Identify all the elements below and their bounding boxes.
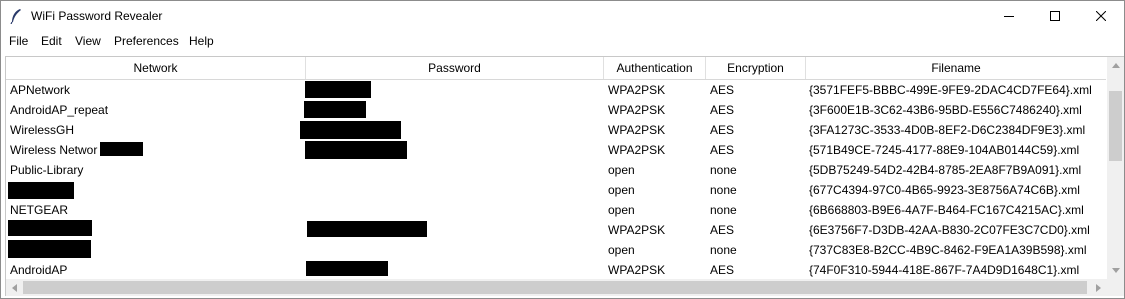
network-cell: WirelessGH [10,123,75,137]
menu-edit[interactable]: Edit [41,34,62,48]
scroll-right-arrow[interactable] [1090,279,1107,296]
column-header-filename[interactable]: Filename [806,57,1106,79]
encryption-cell: AES [710,123,735,137]
authentication-cell: WPA2PSK [608,83,666,97]
filename-cell: {571B49CE-7245-4177-88E9-104AB0144C59}.x… [809,143,1080,157]
title-bar[interactable]: WiFi Password Revealer [1,1,1124,31]
authentication-cell: open [608,203,635,217]
filename-cell: {74F0F310-5944-418E-867F-7A4D9D1648C1}.x… [809,263,1080,277]
vertical-scroll-thumb[interactable] [1109,91,1122,161]
table-row[interactable]: Public-Library open none {5DB75249-54D2-… [6,160,1106,180]
authentication-cell: WPA2PSK [608,123,666,137]
table-row[interactable]: Wireless Networ WPA2PSK AES {571B49CE-72… [6,140,1106,160]
scroll-left-arrow[interactable] [6,279,23,296]
authentication-cell: open [608,183,635,197]
redacted-password [307,221,427,237]
table-row[interactable]: AndroidAP WPA2PSK AES {74F0F310-5944-418… [6,260,1106,280]
close-icon [1096,11,1106,21]
filename-cell: {3FA1273C-3533-4D0B-8EF2-D6C2384DF9E3}.x… [809,123,1086,137]
authentication-cell: WPA2PSK [608,143,666,157]
network-cell: APNetwork [10,83,71,97]
authentication-cell: WPA2PSK [608,263,666,277]
encryption-cell: none [710,243,737,257]
network-cell: AndroidAP_repeat [10,103,109,117]
redacted-network-suffix [100,142,143,156]
table-header: Network Password Authentication Encrypti… [6,57,1106,80]
encryption-cell: AES [710,263,735,277]
horizontal-scrollbar[interactable] [6,279,1107,296]
authentication-cell: WPA2PSK [608,103,666,117]
chevron-up-icon [1111,63,1120,68]
app-window: WiFi Password Revealer File Edit View Pr… [0,0,1125,299]
encryption-cell: none [710,183,737,197]
vertical-scrollbar[interactable] [1107,57,1124,279]
redacted-password [306,261,388,276]
feather-icon [9,8,23,25]
redacted-password [305,81,371,98]
menu-help[interactable]: Help [189,34,214,48]
redacted-network [8,220,92,236]
encryption-cell: none [710,203,737,217]
encryption-cell: none [710,163,737,177]
redacted-password [300,121,401,139]
minimize-button[interactable] [986,1,1032,31]
filename-cell: {3F600E1B-3C62-43B6-95BD-E556C7486240}.x… [809,103,1082,117]
menu-view[interactable]: View [75,34,101,48]
encryption-cell: AES [710,83,735,97]
table-row[interactable]: open none {677C4394-97C0-4B65-9923-3E875… [6,180,1106,200]
network-cell: Public-Library [10,163,84,177]
authentication-cell: open [608,243,635,257]
filename-cell: {6E3756F7-D3DB-42AA-B830-2C07FE3C7CD0}.x… [809,223,1090,237]
authentication-cell: open [608,163,635,177]
menu-bar: File Edit View Preferences Help [1,31,1124,52]
column-header-encryption[interactable]: Encryption [706,57,806,79]
redacted-password [304,101,366,118]
minimize-icon [1004,16,1014,17]
table-row[interactable]: WPA2PSK AES {6E3756F7-D3DB-42AA-B830-2C0… [6,220,1106,240]
close-button[interactable] [1078,1,1124,31]
network-cell: Wireless Networ [10,143,98,157]
maximize-button[interactable] [1032,1,1078,31]
encryption-cell: AES [710,143,735,157]
scroll-up-arrow[interactable] [1107,57,1124,74]
networks-table: Network Password Authentication Encrypti… [5,56,1124,296]
network-cell: NETGEAR [10,203,69,217]
network-cell: AndroidAP [10,263,68,277]
maximize-icon [1050,11,1060,21]
filename-cell: {737C83E8-B2CC-4B9C-8462-F9EA1A39B598}.x… [809,243,1087,257]
window-title: WiFi Password Revealer [31,9,163,23]
redacted-network [8,182,74,199]
menu-file[interactable]: File [9,34,28,48]
table-row[interactable]: WirelessGH WPA2PSK AES {3FA1273C-3533-4D… [6,120,1106,140]
column-header-network[interactable]: Network [6,57,306,79]
horizontal-scroll-thumb[interactable] [23,281,1087,294]
redacted-network [8,240,91,258]
chevron-left-icon [12,283,17,292]
filename-cell: {677C4394-97C0-4B65-9923-3E8756A74C6B}.x… [809,183,1080,197]
filename-cell: {6B668803-B9E6-4A7F-B464-FC167C4215AC}.x… [809,203,1084,217]
scroll-down-arrow[interactable] [1107,262,1124,279]
table-row[interactable]: open none {737C83E8-B2CC-4B9C-8462-F9EA1… [6,240,1106,260]
menu-preferences[interactable]: Preferences [114,34,179,48]
table-row[interactable]: NETGEAR open none {6B668803-B9E6-4A7F-B4… [6,200,1106,220]
table-row[interactable]: APNetwork WPA2PSK AES {3571FEF5-BBBC-499… [6,80,1106,100]
table-row[interactable]: AndroidAP_repeat WPA2PSK AES {3F600E1B-3… [6,100,1106,120]
redacted-password [305,141,407,159]
filename-cell: {5DB75249-54D2-42B4-8785-2EA8F7B9A091}.x… [809,163,1082,177]
column-header-password[interactable]: Password [306,57,604,79]
authentication-cell: WPA2PSK [608,223,666,237]
filename-cell: {3571FEF5-BBBC-499E-9FE9-2DAC4CD7FE64}.x… [809,83,1092,97]
encryption-cell: AES [710,103,735,117]
chevron-right-icon [1096,283,1101,292]
chevron-down-icon [1111,268,1120,273]
scrollbar-corner [1107,279,1124,296]
encryption-cell: AES [710,223,735,237]
column-header-authentication[interactable]: Authentication [604,57,706,79]
